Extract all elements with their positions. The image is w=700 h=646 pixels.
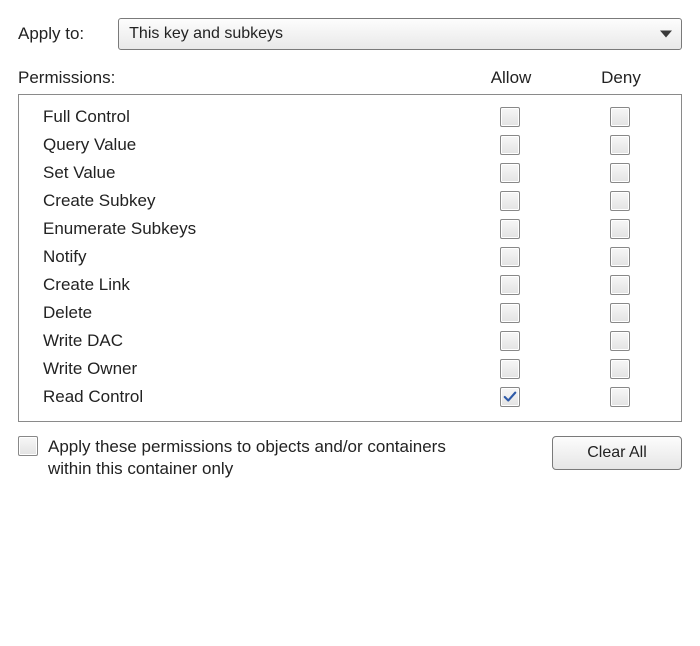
permission-allow-checkbox[interactable] <box>500 303 520 323</box>
permission-allow-checkbox[interactable] <box>500 163 520 183</box>
permission-name: Notify <box>43 247 455 267</box>
permission-name: Query Value <box>43 135 455 155</box>
clear-all-label: Clear All <box>587 444 647 462</box>
permissions-label: Permissions: <box>18 68 456 88</box>
permission-deny-checkbox[interactable] <box>610 359 630 379</box>
permissions-list: Full Control Query Value Set Value Create S… <box>18 94 682 422</box>
permission-name: Set Value <box>43 163 455 183</box>
permission-deny-checkbox[interactable] <box>610 387 630 407</box>
permission-deny-checkbox[interactable] <box>610 219 630 239</box>
permission-allow-checkbox[interactable] <box>500 247 520 267</box>
apply-to-select[interactable]: This key and subkeys <box>118 18 682 50</box>
permission-row: Read Control <box>25 383 675 411</box>
permission-row: Set Value <box>25 159 675 187</box>
permission-allow-checkbox[interactable] <box>500 275 520 295</box>
permission-deny-checkbox[interactable] <box>610 331 630 351</box>
permission-name: Delete <box>43 303 455 323</box>
inherit-only-label: Apply these permissions to objects and/o… <box>48 436 448 480</box>
clear-all-button[interactable]: Clear All <box>552 436 682 470</box>
permission-name: Write DAC <box>43 331 455 351</box>
permission-allow-checkbox[interactable] <box>500 219 520 239</box>
permission-allow-checkbox[interactable] <box>500 135 520 155</box>
permission-deny-checkbox[interactable] <box>610 275 630 295</box>
permission-name: Enumerate Subkeys <box>43 219 455 239</box>
permission-allow-checkbox[interactable] <box>500 359 520 379</box>
permission-deny-checkbox[interactable] <box>610 191 630 211</box>
permission-deny-checkbox[interactable] <box>610 163 630 183</box>
permission-name: Create Link <box>43 275 455 295</box>
chevron-down-icon <box>660 31 672 38</box>
permission-name: Write Owner <box>43 359 455 379</box>
apply-to-label: Apply to: <box>18 24 84 44</box>
permission-allow-checkbox[interactable] <box>500 331 520 351</box>
permission-row: Delete <box>25 299 675 327</box>
permission-row: Enumerate Subkeys <box>25 215 675 243</box>
column-allow-label: Allow <box>456 68 566 88</box>
permission-allow-checkbox[interactable] <box>500 107 520 127</box>
permission-name: Read Control <box>43 387 455 407</box>
permission-row: Create Subkey <box>25 187 675 215</box>
permission-allow-checkbox[interactable] <box>500 387 520 407</box>
permission-deny-checkbox[interactable] <box>610 303 630 323</box>
permission-deny-checkbox[interactable] <box>610 107 630 127</box>
permission-row: Query Value <box>25 131 675 159</box>
permission-row: Full Control <box>25 103 675 131</box>
permission-deny-checkbox[interactable] <box>610 247 630 267</box>
permission-row: Create Link <box>25 271 675 299</box>
permission-name: Full Control <box>43 107 455 127</box>
column-deny-label: Deny <box>566 68 676 88</box>
inherit-only-checkbox[interactable] <box>18 436 38 456</box>
permission-row: Notify <box>25 243 675 271</box>
permission-row: Write Owner <box>25 355 675 383</box>
permission-allow-checkbox[interactable] <box>500 191 520 211</box>
permission-row: Write DAC <box>25 327 675 355</box>
permission-deny-checkbox[interactable] <box>610 135 630 155</box>
permission-name: Create Subkey <box>43 191 455 211</box>
apply-to-selected-value: This key and subkeys <box>129 25 283 43</box>
